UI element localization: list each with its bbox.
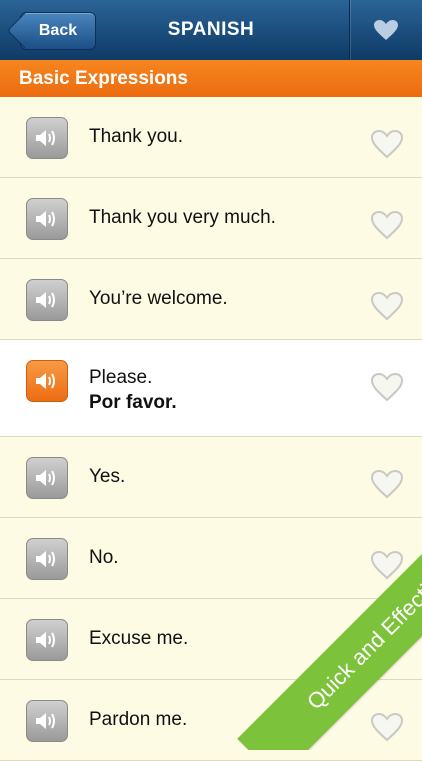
- phrase-text: You’re welcome.: [89, 288, 228, 310]
- phrase-translation: Por favor.: [89, 392, 177, 413]
- phrase-english: You’re welcome.: [89, 288, 228, 309]
- speaker-button[interactable]: [26, 457, 68, 499]
- list-item[interactable]: Thank you.: [0, 97, 422, 178]
- list-item[interactable]: Excuse me.: [0, 599, 422, 680]
- phrase-text: Thank you very much.: [89, 207, 276, 229]
- phrase-text: Excuse me.: [89, 628, 188, 650]
- phrase-english: Excuse me.: [89, 628, 189, 649]
- speaker-button[interactable]: [26, 700, 68, 742]
- speaker-button[interactable]: [26, 279, 68, 321]
- heart-outline-icon[interactable]: [370, 129, 404, 159]
- speaker-button[interactable]: [26, 117, 68, 159]
- speaker-icon: [36, 130, 55, 146]
- favorites-button[interactable]: [349, 0, 422, 60]
- list-item[interactable]: No.: [0, 518, 422, 599]
- speaker-icon: [36, 632, 55, 648]
- speaker-icon: [36, 713, 55, 729]
- phrase-text: Thank you.: [89, 126, 183, 148]
- heart-outline-icon[interactable]: [370, 210, 404, 240]
- navigation-bar: Back SPANISH: [0, 0, 422, 61]
- heart-icon: [374, 20, 398, 40]
- speaker-button[interactable]: [26, 198, 68, 240]
- list-item-selected[interactable]: Please. Por favor.: [0, 340, 422, 437]
- phrase-english: Please.: [89, 367, 153, 388]
- phrase-text: Pardon me.: [89, 709, 187, 731]
- list-item[interactable]: Pardon me.: [0, 680, 422, 761]
- phrase-text: Yes.: [89, 466, 125, 488]
- list-item[interactable]: Yes.: [0, 437, 422, 518]
- speaker-button[interactable]: [26, 619, 68, 661]
- speaker-button-active[interactable]: [26, 360, 68, 402]
- heart-outline-icon[interactable]: [370, 631, 404, 661]
- phrase-english: Thank you very much.: [89, 207, 276, 228]
- list-item[interactable]: You’re welcome.: [0, 259, 422, 340]
- phrase-english: No.: [89, 547, 119, 568]
- speaker-icon: [36, 211, 55, 227]
- heart-outline-icon[interactable]: [370, 550, 404, 580]
- phrase-text: No.: [89, 547, 119, 569]
- phrase-english: Thank you.: [89, 126, 183, 147]
- list-item[interactable]: Thank you very much.: [0, 178, 422, 259]
- heart-outline-icon[interactable]: [370, 372, 404, 402]
- speaker-icon: [36, 470, 55, 486]
- heart-outline-icon[interactable]: [370, 469, 404, 499]
- heart-outline-icon[interactable]: [370, 712, 404, 742]
- speaker-icon: [36, 292, 55, 308]
- back-button-label: Back: [38, 22, 78, 39]
- speaker-icon: [36, 551, 55, 567]
- phrase-text: Please. Por favor.: [89, 367, 177, 414]
- heart-outline-icon[interactable]: [370, 291, 404, 321]
- phrase-list: Thank you. Thank you very much. You’re w…: [0, 97, 422, 761]
- speaker-button[interactable]: [26, 538, 68, 580]
- phrase-english: Pardon me.: [89, 709, 188, 730]
- speaker-icon: [36, 373, 55, 389]
- section-header: Basic Expressions: [0, 60, 422, 97]
- phrase-english: Yes.: [89, 466, 126, 487]
